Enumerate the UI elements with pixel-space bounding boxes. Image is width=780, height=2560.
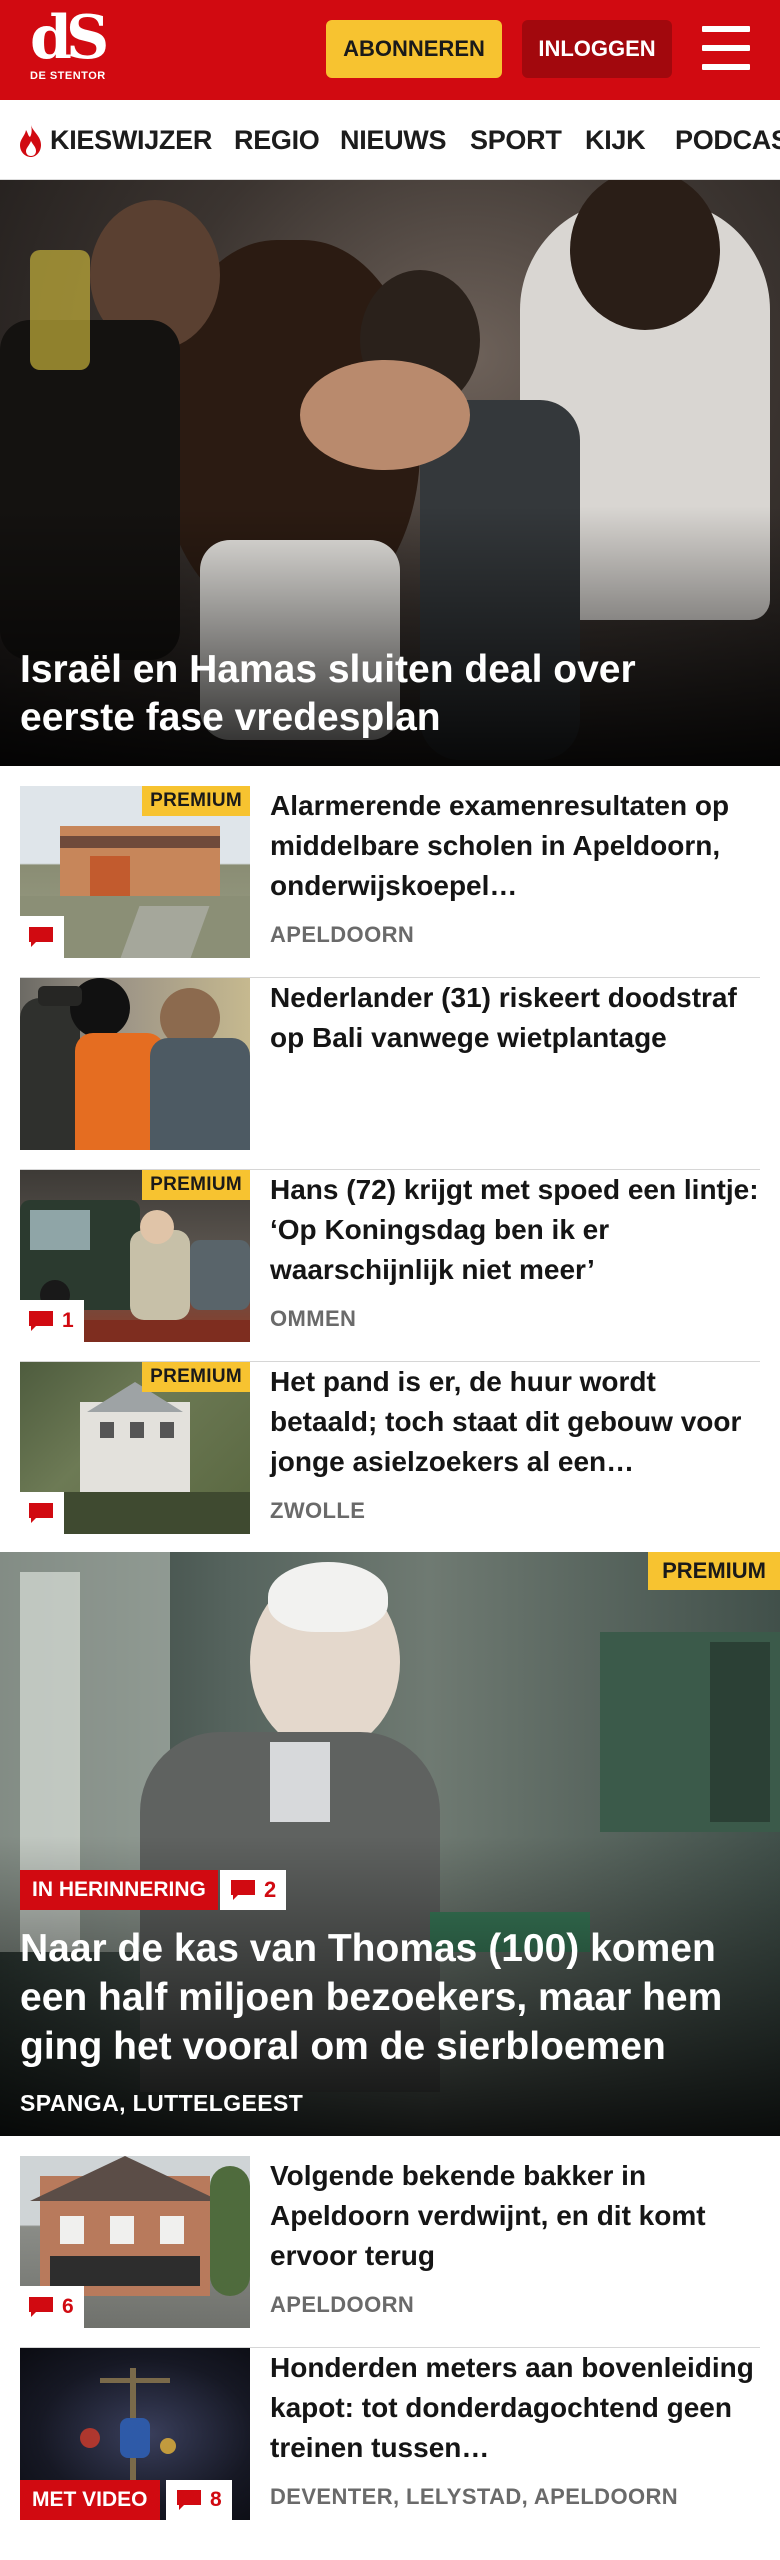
article-location: OMMEN <box>270 1306 357 1331</box>
comment-badge[interactable]: 1 <box>20 1300 84 1342</box>
comment-badge[interactable]: 2 <box>220 1870 287 1910</box>
comment-badge[interactable] <box>20 916 64 958</box>
article-card[interactable]: 6 Volgende bekende bakker in Apeldoorn v… <box>20 2156 760 2348</box>
logo-mark: dS <box>30 3 109 73</box>
logo-subtitle: DE STENTOR <box>30 70 106 82</box>
video-tag: MET VIDEO <box>20 2480 160 2520</box>
site-header: dS DE STENTOR ABONNEREN INLOGGEN <box>0 0 780 100</box>
article-title[interactable]: Nederlander (31) riskeert doodstraf op B… <box>270 978 760 1058</box>
comment-icon <box>29 2297 53 2317</box>
article-thumbnail: PREMIUM 1 <box>20 1170 250 1342</box>
article-location: APELDOORN <box>270 2292 415 2317</box>
nav-item-regio[interactable]: REGIO <box>234 100 320 179</box>
comment-icon <box>29 1311 53 1331</box>
feature-article[interactable]: PREMIUM IN HERINNERING 2 Naar de kas van… <box>0 1552 780 2136</box>
article-thumbnail: 6 <box>20 2156 250 2328</box>
article-card[interactable]: Nederlander (31) riskeert doodstraf op B… <box>20 978 760 1170</box>
article-title[interactable]: Het pand is er, de huur wordt betaald; t… <box>270 1362 760 1482</box>
article-thumbnail <box>20 978 250 1150</box>
login-button[interactable]: INLOGGEN <box>522 20 672 78</box>
nav-item-podcast[interactable]: PODCAST <box>675 100 780 179</box>
article-thumbnail: MET VIDEO 8 <box>20 2348 250 2520</box>
nav-item-kijk[interactable]: KIJK <box>585 100 646 179</box>
comment-icon <box>29 1503 53 1523</box>
article-location: ZWOLLE <box>270 1498 366 1523</box>
article-title[interactable]: Hans (72) krijgt met spoed een lintje: ‘… <box>270 1170 760 1290</box>
premium-badge: PREMIUM <box>142 1362 250 1392</box>
feature-location: SPANGA, LUTTELGEEST <box>20 2090 304 2116</box>
comment-count: 6 <box>62 2295 74 2318</box>
premium-badge: PREMIUM <box>648 1552 780 1590</box>
article-title[interactable]: Alarmerende examenresultaten op middelba… <box>270 786 760 906</box>
article-thumbnail: PREMIUM <box>20 1362 250 1534</box>
hamburger-menu-icon[interactable] <box>700 24 752 72</box>
article-location: DEVENTER, LELYSTAD, APELDOORN <box>270 2484 679 2509</box>
site-logo[interactable]: dS DE STENTOR <box>30 3 110 92</box>
nav-item-nieuws[interactable]: NIEUWS <box>340 100 447 179</box>
comment-count: 1 <box>62 1309 74 1332</box>
article-location: APELDOORN <box>270 922 415 947</box>
nav-item-kieswijzer[interactable]: KIESWIJZER <box>50 100 212 179</box>
nav-item-sport[interactable]: SPORT <box>470 100 562 179</box>
article-title[interactable]: Volgende bekende bakker in Apeldoorn ver… <box>270 2156 760 2276</box>
premium-badge: PREMIUM <box>142 1170 250 1200</box>
in-memoriam-tag: IN HERINNERING <box>20 1870 218 1910</box>
main-nav: KIESWIJZER REGIO NIEUWS SPORT KIJK PODCA… <box>0 100 780 180</box>
article-card[interactable]: PREMIUM Alarmerende examenresultaten op … <box>20 786 760 978</box>
comment-badge[interactable]: 6 <box>20 2286 84 2328</box>
comment-icon <box>231 1880 255 1900</box>
subscribe-button[interactable]: ABONNEREN <box>326 20 502 78</box>
feature-headline[interactable]: Naar de kas van Thomas (100) komen een h… <box>20 1924 760 2071</box>
comment-badge[interactable]: 8 <box>166 2480 232 2520</box>
comment-icon <box>29 927 53 947</box>
hero-article[interactable]: Israël en Hamas sluiten deal over eerste… <box>0 180 780 766</box>
flame-icon <box>20 125 41 157</box>
comment-count: 8 <box>210 2488 222 2511</box>
comment-count: 2 <box>264 1877 277 1902</box>
article-card[interactable]: PREMIUM Het pand is er, de huur wordt be… <box>20 1362 760 1554</box>
comment-icon <box>177 2490 201 2510</box>
premium-badge: PREMIUM <box>142 786 250 816</box>
article-title[interactable]: Honderden meters aan bovenlei­ding kapot… <box>270 2348 760 2468</box>
article-card[interactable]: MET VIDEO 8 Honderden meters aan bovenle… <box>20 2348 760 2540</box>
article-card[interactable]: PREMIUM 1 Hans (72) krijgt met spoed een… <box>20 1170 760 1362</box>
comment-badge[interactable] <box>20 1492 64 1534</box>
article-thumbnail: PREMIUM <box>20 786 250 958</box>
hero-headline[interactable]: Israël en Hamas sluiten deal over eerste… <box>20 646 740 742</box>
